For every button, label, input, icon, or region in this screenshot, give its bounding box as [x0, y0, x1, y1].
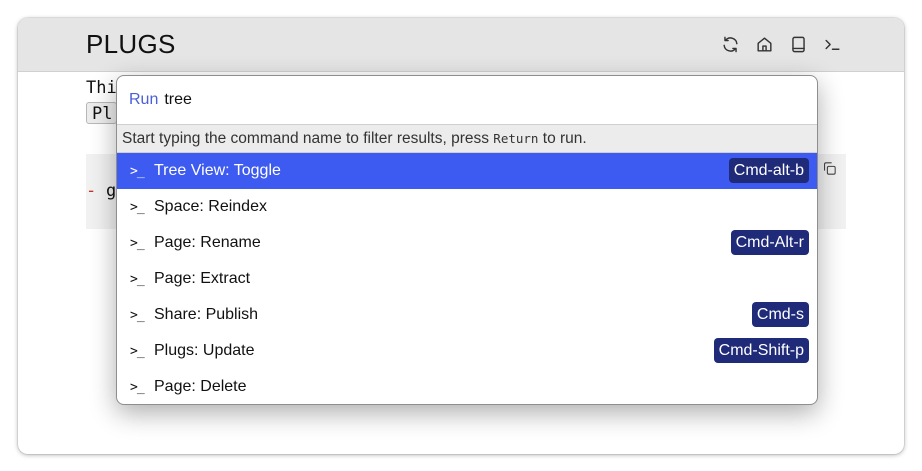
- command-label: Share: Publish: [154, 306, 259, 323]
- command-option[interactable]: >_ Page: Extract: [117, 261, 817, 297]
- hint-text-before: Start typing the command name to filter …: [122, 130, 494, 147]
- command-option[interactable]: >_ Space: Reindex: [117, 189, 817, 225]
- command-label: Page: Delete: [154, 378, 247, 395]
- terminal-icon[interactable]: [821, 33, 844, 56]
- terminal-prompt-icon: >_: [130, 163, 145, 179]
- command-label: Space: Reindex: [154, 198, 267, 215]
- command-palette: Run Start typing the command name to fil…: [116, 75, 818, 405]
- top-bar: PLUGS: [18, 18, 904, 72]
- inline-code: Pl: [86, 102, 118, 124]
- terminal-prompt-icon: >_: [130, 235, 145, 251]
- command-list: >_ Tree View: Toggle Cmd-alt-b >_ Space:…: [117, 153, 817, 404]
- editor-text-line: Thi: [86, 78, 117, 98]
- page-title[interactable]: PLUGS: [86, 29, 176, 60]
- run-label: Run: [129, 91, 159, 108]
- list-dash: -: [86, 181, 97, 201]
- shortcut-badge: Cmd-Alt-r: [730, 230, 809, 255]
- command-search-input[interactable]: [164, 91, 665, 109]
- shortcut-badge: Cmd-Shift-p: [713, 338, 809, 363]
- command-option[interactable]: >_ Share: Publish Cmd-s: [117, 297, 817, 333]
- command-label: Tree View: Toggle: [154, 162, 281, 179]
- terminal-prompt-icon: >_: [130, 271, 145, 287]
- command-label: Page: Rename: [154, 234, 261, 251]
- command-label: Page: Extract: [154, 270, 251, 287]
- terminal-prompt-icon: >_: [130, 307, 145, 323]
- terminal-prompt-icon: >_: [130, 379, 145, 395]
- command-option[interactable]: >_ Page: Rename Cmd-Alt-r: [117, 225, 817, 261]
- sync-icon[interactable]: [719, 33, 742, 56]
- code-text: g: [106, 181, 117, 201]
- palette-search-row: Run: [117, 76, 817, 125]
- command-option[interactable]: >_ Tree View: Toggle Cmd-alt-b: [117, 153, 817, 189]
- shortcut-badge: Cmd-s: [751, 302, 809, 327]
- terminal-prompt-icon: >_: [130, 199, 145, 215]
- command-option[interactable]: >_ Page: Delete: [117, 369, 817, 404]
- shortcut-badge: Cmd-alt-b: [728, 158, 809, 183]
- command-option[interactable]: >_ Plugs: Update Cmd-Shift-p: [117, 333, 817, 369]
- terminal-prompt-icon: >_: [130, 343, 145, 359]
- book-icon[interactable]: [787, 33, 810, 56]
- copy-icon[interactable]: [821, 160, 839, 178]
- top-actions: [719, 33, 844, 56]
- hint-key: Return: [493, 131, 539, 146]
- home-icon[interactable]: [753, 33, 776, 56]
- command-label: Plugs: Update: [154, 342, 255, 359]
- palette-hint: Start typing the command name to filter …: [117, 125, 817, 153]
- hint-text-after: to run.: [538, 130, 587, 147]
